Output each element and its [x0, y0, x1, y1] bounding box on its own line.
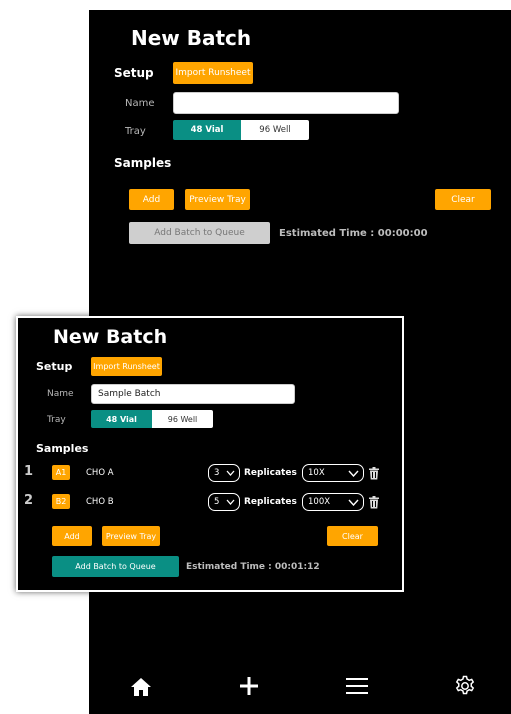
clear-button[interactable]: Clear [435, 189, 491, 210]
gear-icon[interactable] [454, 675, 476, 701]
chevron-down-icon [348, 470, 359, 477]
panel-title: New Batch [53, 326, 168, 348]
panel-add-batch-to-queue-button[interactable]: Add Batch to Queue [52, 556, 179, 577]
preview-tray-button[interactable]: Preview Tray [185, 189, 250, 210]
replicates-label: Replicates [244, 497, 297, 507]
replicate-count-value: 3 [214, 468, 220, 478]
dilution-select[interactable]: 10X [302, 464, 364, 482]
add-batch-to-queue-button[interactable]: Add Batch to Queue [129, 222, 270, 244]
batch-detail-panel: New Batch Setup Import Runsheet Name Tra… [16, 316, 404, 592]
setup-label: Setup [114, 66, 154, 80]
panel-name-label: Name [47, 389, 74, 399]
tray-toggle[interactable]: 48 Vial 96 Well [173, 120, 309, 140]
chevron-down-icon [348, 499, 359, 506]
sample-row-number: 2 [24, 493, 34, 508]
sample-well-badge[interactable]: B2 [52, 494, 70, 509]
replicate-count-value: 5 [214, 497, 220, 507]
sample-well-badge[interactable]: A1 [52, 465, 70, 480]
replicate-count-select[interactable]: 5 [208, 493, 240, 511]
dilution-value: 100X [308, 497, 331, 507]
panel-tray-toggle[interactable]: 48 Vial 96 Well [91, 410, 213, 428]
panel-name-field[interactable] [91, 384, 295, 404]
name-label: Name [125, 98, 155, 109]
sample-name: CHO A [86, 468, 114, 478]
tray-label: Tray [125, 126, 146, 137]
panel-estimated-time: Estimated Time : 00:01:12 [186, 562, 320, 572]
plus-icon[interactable] [239, 676, 259, 700]
tray-option-96-well[interactable]: 96 Well [241, 120, 309, 140]
sample-row-number: 1 [24, 464, 34, 479]
sample-name: CHO B [86, 497, 114, 507]
import-runsheet-button[interactable]: Import Runsheet [173, 62, 253, 84]
panel-add-sample-button[interactable]: Add [52, 526, 92, 546]
panel-tray-option-96-well[interactable]: 96 Well [152, 410, 213, 428]
panel-clear-button[interactable]: Clear [327, 526, 378, 546]
chevron-down-icon [226, 499, 235, 505]
trash-icon[interactable] [369, 494, 379, 513]
menu-icon[interactable] [346, 678, 368, 698]
samples-label: Samples [114, 156, 172, 170]
panel-tray-option-48-vial[interactable]: 48 Vial [91, 410, 152, 428]
panel-import-runsheet-button[interactable]: Import Runsheet [91, 357, 162, 376]
chevron-down-icon [226, 470, 235, 476]
dilution-select[interactable]: 100X [302, 493, 364, 511]
replicate-count-select[interactable]: 3 [208, 464, 240, 482]
home-icon[interactable] [130, 677, 152, 701]
panel-preview-tray-button[interactable]: Preview Tray [102, 526, 160, 546]
panel-samples-label: Samples [36, 442, 89, 455]
replicates-label: Replicates [244, 468, 297, 478]
panel-setup-label: Setup [36, 360, 73, 373]
dilution-value: 10X [308, 468, 325, 478]
tray-option-48-vial[interactable]: 48 Vial [173, 120, 241, 140]
trash-icon[interactable] [369, 465, 379, 484]
name-field[interactable] [173, 92, 399, 114]
panel-tray-label: Tray [47, 415, 66, 425]
page-title: New Batch [131, 26, 252, 50]
add-sample-button[interactable]: Add [129, 189, 174, 210]
estimated-time: Estimated Time : 00:00:00 [279, 228, 428, 239]
